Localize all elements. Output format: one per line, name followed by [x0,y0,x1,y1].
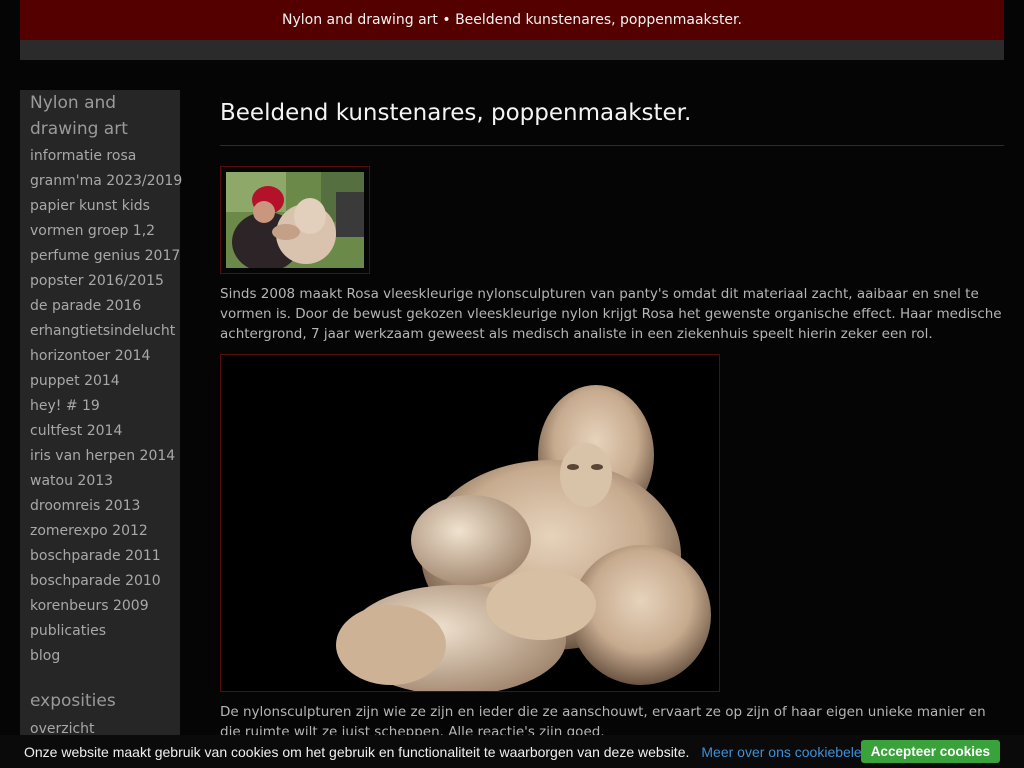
sidebar-item-boschparade-2011[interactable]: boschparade 2011 [30,544,180,569]
sidebar-title: Nylon and drawing art [30,93,128,139]
artist-photo[interactable] [220,166,370,274]
sidebar-item-de-parade-2016[interactable]: de parade 2016 [30,294,180,319]
sculpture-photo[interactable] [220,354,720,692]
sidebar-item-erhangtietsindelucht[interactable]: erhangtietsindelucht [30,319,180,344]
cookie-bar: Onze website maakt gebruik van cookies o… [0,735,1024,768]
sidebar-item-boschparade-2010[interactable]: boschparade 2010 [30,569,180,594]
accept-cookies-button[interactable]: Accepteer cookies [860,740,1000,763]
sidebar-item-droomreis-2013[interactable]: droomreis 2013 [30,494,180,519]
sidebar: Nylon and drawing art informatie rosa gra… [20,90,182,768]
sidebar-menu: informatie rosa granm'ma 2023/2019 papier … [30,144,182,669]
sidebar-item-granm-ma-2023-2019[interactable]: granm'ma 2023/2019 [30,169,182,194]
sidebar-item-korenbeurs-2009[interactable]: korenbeurs 2009 [30,594,180,619]
sidebar-item-horizontoer-2014[interactable]: horizontoer 2014 [30,344,180,369]
artist-photo-image [226,172,364,268]
divider [220,145,1004,146]
sidebar-item-perfume-genius-2017[interactable]: perfume genius 2017 [30,244,180,269]
sidebar-item-zomerexpo-2012[interactable]: zomerexpo 2012 [30,519,180,544]
nav-bar [20,40,1004,60]
sidebar-item-cultfest-2014[interactable]: cultfest 2014 [30,419,180,444]
page-title: Beeldend kunstenares, poppenmaakster. [220,100,692,126]
main-content: Beeldend kunstenares, poppenmaakster. Si… [220,90,1004,742]
sidebar-item-hey-19[interactable]: hey! # 19 [30,394,180,419]
sidebar-item-puppet-2014[interactable]: puppet 2014 [30,369,180,394]
sidebar-item-vormen-groep-1-2[interactable]: vormen groep 1,2 [30,219,180,244]
sidebar-section-title: exposities [30,691,116,711]
site-header: Nylon and drawing art • Beeldend kunsten… [20,0,1004,40]
sidebar-item-informatie-rosa[interactable]: informatie rosa [30,144,180,169]
site-title[interactable]: Nylon and drawing art • Beeldend kunsten… [282,12,742,28]
sidebar-item-publicaties[interactable]: publicaties [30,619,180,644]
sidebar-item-blog[interactable]: blog [30,644,180,669]
sidebar-item-popster-2016-2015[interactable]: popster 2016/2015 [30,269,180,294]
cookie-message: Onze website maakt gebruik van cookies o… [24,743,690,760]
sidebar-item-iris-van-herpen-2014[interactable]: iris van herpen 2014 [30,444,180,469]
sidebar-item-papier-kunst-kids[interactable]: papier kunst kids [30,194,180,219]
sculpture-image [221,355,719,691]
cookie-policy-link[interactable]: Meer over ons cookiebeleid [701,744,872,760]
intro-paragraph: Sinds 2008 maakt Rosa vleeskleurige nylo… [220,286,1002,342]
sidebar-item-watou-2013[interactable]: watou 2013 [30,469,180,494]
